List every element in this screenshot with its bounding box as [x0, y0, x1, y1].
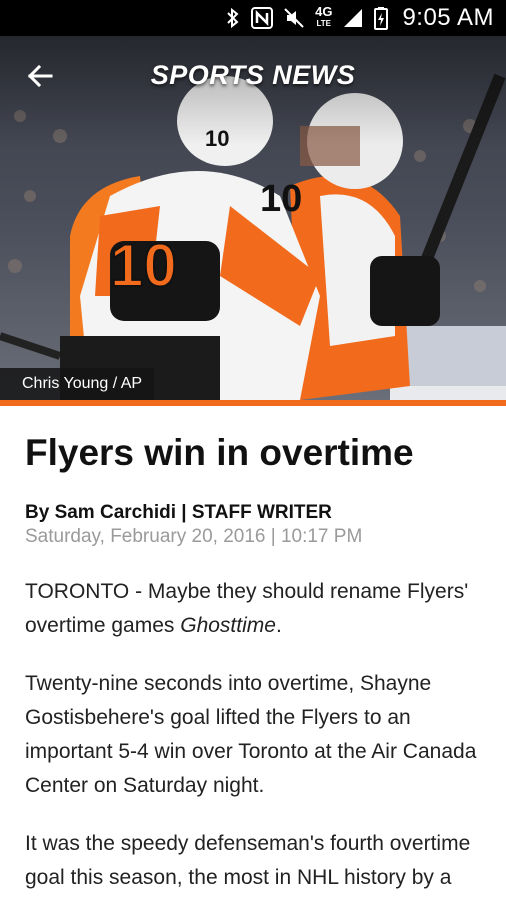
article-byline: By Sam Carchidi | STAFF WRITER — [25, 502, 332, 523]
article-headline: Flyers win in overtime — [25, 432, 414, 473]
photo-credit: Chris Young / AP — [0, 368, 155, 400]
article-paragraph: It was the speedy defenseman's fourth ov… — [25, 832, 471, 889]
status-bar: 4G LTE 9:05 AM — [0, 0, 506, 36]
article-paragraph: TORONTO - Maybe they should rename Flyer… — [25, 575, 485, 643]
app-title: SPORTS NEWS — [150, 60, 356, 90]
network-label: 4G — [315, 4, 333, 19]
battery-icon — [374, 6, 389, 30]
article-dateline: Saturday, February 20, 2016 | 10:17 PM — [25, 526, 363, 547]
article: Flyers win in overtime By Sam Carchidi |… — [25, 406, 485, 900]
article-paragraph: Twenty-nine seconds into overtime, Shayn… — [25, 672, 477, 797]
paragraph-emphasis: Ghosttime — [180, 614, 276, 637]
network-type-indicator: 4G LTE — [315, 4, 333, 30]
signal-strength-icon — [342, 6, 364, 30]
network-sub-label: LTE — [316, 19, 332, 28]
bluetooth-icon — [225, 6, 241, 30]
paragraph-end: . — [275, 614, 282, 637]
nfc-icon — [251, 6, 274, 30]
hero-image: 10 10 10 SPORTS NEWS Chris Young / AP — [0, 36, 506, 400]
clock: 9:05 AM — [402, 4, 494, 31]
mute-icon — [283, 6, 305, 30]
app-bar: SPORTS NEWS — [0, 36, 506, 116]
